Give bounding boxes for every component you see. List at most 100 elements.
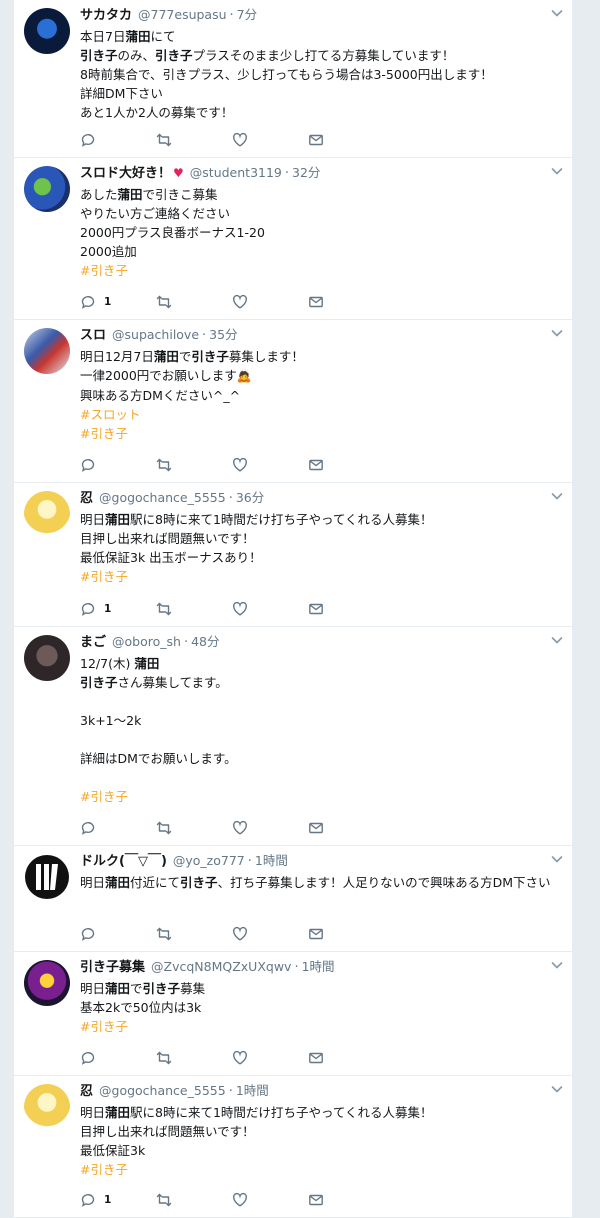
- like-button[interactable]: [232, 820, 308, 836]
- dm-button[interactable]: [308, 926, 384, 942]
- retweet-button[interactable]: [156, 294, 232, 310]
- reply-button[interactable]: 1: [80, 1192, 156, 1208]
- like-button[interactable]: [232, 926, 308, 942]
- hashtag-link[interactable]: #引き子: [80, 1162, 128, 1177]
- hashtag-link[interactable]: #引き子: [80, 1019, 128, 1034]
- chevron-down-icon[interactable]: [550, 489, 564, 503]
- reply-button[interactable]: 1: [80, 601, 156, 617]
- timestamp[interactable]: 1時間: [302, 959, 335, 974]
- retweet-button[interactable]: [156, 457, 232, 473]
- avatar[interactable]: [24, 635, 70, 681]
- hashtag-link[interactable]: #引き子: [80, 263, 128, 278]
- timestamp[interactable]: 1時間: [236, 1083, 269, 1098]
- author-name[interactable]: 忍: [80, 1084, 93, 1099]
- timestamp[interactable]: 32分: [292, 165, 320, 180]
- like-button[interactable]: [232, 457, 308, 473]
- like-button[interactable]: [232, 1192, 308, 1208]
- retweet-button[interactable]: [156, 601, 232, 617]
- reply-button[interactable]: [80, 1050, 156, 1066]
- tweet-line: 最低保証3k 出玉ボーナスあり！: [80, 548, 560, 567]
- chevron-down-icon[interactable]: [550, 326, 564, 340]
- reply-icon: [80, 820, 96, 836]
- chevron-down-icon[interactable]: [550, 852, 564, 866]
- author-name[interactable]: スロド大好き！: [80, 166, 171, 181]
- reply-button[interactable]: [80, 820, 156, 836]
- tweet[interactable]: まご @oboro_sh · 48分 12/7(木) 蒲田 引き子さん募集してます。 3k+…: [14, 627, 572, 846]
- timestamp[interactable]: 36分: [236, 490, 264, 505]
- dm-button[interactable]: [308, 820, 384, 836]
- dm-button[interactable]: [308, 294, 384, 310]
- timestamp[interactable]: 7分: [237, 7, 257, 22]
- author-handle[interactable]: @student3119: [190, 165, 282, 180]
- author-handle[interactable]: @yo_zo777: [173, 853, 245, 868]
- tweet[interactable]: 引き子募集 @ZvcqN8MQZxUXqwv · 1時間 明日蒲田で引き子募集 基本2kで…: [14, 952, 572, 1076]
- hashtag-link[interactable]: #引き子: [80, 426, 128, 441]
- retweet-button[interactable]: [156, 926, 232, 942]
- like-button[interactable]: [232, 132, 308, 148]
- tweet-line: 2000追加: [80, 242, 560, 261]
- reply-icon: [80, 132, 96, 148]
- tweet[interactable]: 忍 @gogochance_5555 · 1時間 明日蒲田駅に8時に来て1時間だけ打ち子…: [14, 1076, 572, 1218]
- text-segment: 本日7日: [80, 29, 126, 44]
- retweet-button[interactable]: [156, 132, 232, 148]
- retweet-icon: [156, 294, 172, 310]
- author-name[interactable]: 忍: [80, 491, 93, 506]
- chevron-down-icon[interactable]: [550, 633, 564, 647]
- dm-button[interactable]: [308, 1050, 384, 1066]
- tweet-actions: [80, 819, 384, 837]
- dm-button[interactable]: [308, 1192, 384, 1208]
- tweet-header: スロド大好き！ ♥ @student3119 · 32分: [80, 164, 560, 183]
- tweet[interactable]: ドルク(￣▽￣) @yo_zo777 · 1時間 明日蒲田付近にて引き子、打ち子募集しま…: [14, 846, 572, 952]
- like-button[interactable]: [232, 294, 308, 310]
- chevron-down-icon[interactable]: [550, 958, 564, 972]
- dm-button[interactable]: [308, 132, 384, 148]
- avatar[interactable]: [24, 491, 70, 537]
- highlighted-keyword: 蒲田: [125, 29, 151, 44]
- avatar[interactable]: [24, 854, 70, 900]
- tweet[interactable]: スロ @supachilove · 35分 明日12月7日蒲田で引き子募集します！ 一律2…: [14, 320, 572, 483]
- author-handle[interactable]: @ZvcqN8MQZxUXqwv: [151, 959, 291, 974]
- reply-button[interactable]: [80, 457, 156, 473]
- retweet-icon: [156, 132, 172, 148]
- avatar[interactable]: [24, 8, 70, 54]
- like-button[interactable]: [232, 1050, 308, 1066]
- author-handle[interactable]: @777esupasu: [138, 7, 227, 22]
- timestamp[interactable]: 35分: [209, 327, 237, 342]
- timestamp[interactable]: 48分: [191, 634, 219, 649]
- avatar[interactable]: [24, 166, 70, 212]
- tweet[interactable]: サカタカ @777esupasu · 7分 本日7日蒲田にて 引き子のみ、引き子プラスその…: [14, 0, 572, 158]
- retweet-button[interactable]: [156, 1192, 232, 1208]
- retweet-button[interactable]: [156, 820, 232, 836]
- author-name[interactable]: ドルク(￣▽￣): [80, 854, 167, 869]
- timestamp[interactable]: 1時間: [255, 853, 288, 868]
- avatar[interactable]: [24, 960, 70, 1006]
- reply-button[interactable]: [80, 926, 156, 942]
- author-handle[interactable]: @oboro_sh: [112, 634, 181, 649]
- chevron-down-icon[interactable]: [550, 6, 564, 20]
- reply-button[interactable]: 1: [80, 294, 156, 310]
- reply-button[interactable]: [80, 132, 156, 148]
- hashtag-link[interactable]: #引き子: [80, 569, 128, 584]
- dm-button[interactable]: [308, 601, 384, 617]
- hashtag-link[interactable]: #引き子: [80, 789, 128, 804]
- dm-button[interactable]: [308, 457, 384, 473]
- author-name[interactable]: サカタカ: [80, 8, 132, 23]
- dm-icon: [308, 132, 324, 148]
- author-handle[interactable]: @gogochance_5555: [99, 1083, 226, 1098]
- author-name[interactable]: まご: [80, 635, 106, 650]
- hashtag-link[interactable]: #スロット: [80, 407, 140, 422]
- text-segment: 明日: [80, 512, 106, 527]
- author-handle[interactable]: @supachilove: [112, 327, 199, 342]
- like-button[interactable]: [232, 601, 308, 617]
- author-name[interactable]: スロ: [80, 328, 106, 343]
- retweet-button[interactable]: [156, 1050, 232, 1066]
- avatar[interactable]: [24, 1084, 70, 1130]
- tweet[interactable]: 忍 @gogochance_5555 · 36分 明日蒲田駅に8時に来て1時間だけ打ち子…: [14, 483, 572, 627]
- author-handle[interactable]: @gogochance_5555: [99, 490, 226, 505]
- text-segment: プラスそのまま少し打てる方募集しています！: [192, 48, 455, 63]
- chevron-down-icon[interactable]: [550, 164, 564, 178]
- avatar[interactable]: [24, 328, 70, 374]
- tweet[interactable]: スロド大好き！ ♥ @student3119 · 32分 あした蒲田で引きこ募集 やりたい方…: [14, 158, 572, 320]
- chevron-down-icon[interactable]: [550, 1082, 564, 1096]
- author-name[interactable]: 引き子募集: [80, 960, 145, 975]
